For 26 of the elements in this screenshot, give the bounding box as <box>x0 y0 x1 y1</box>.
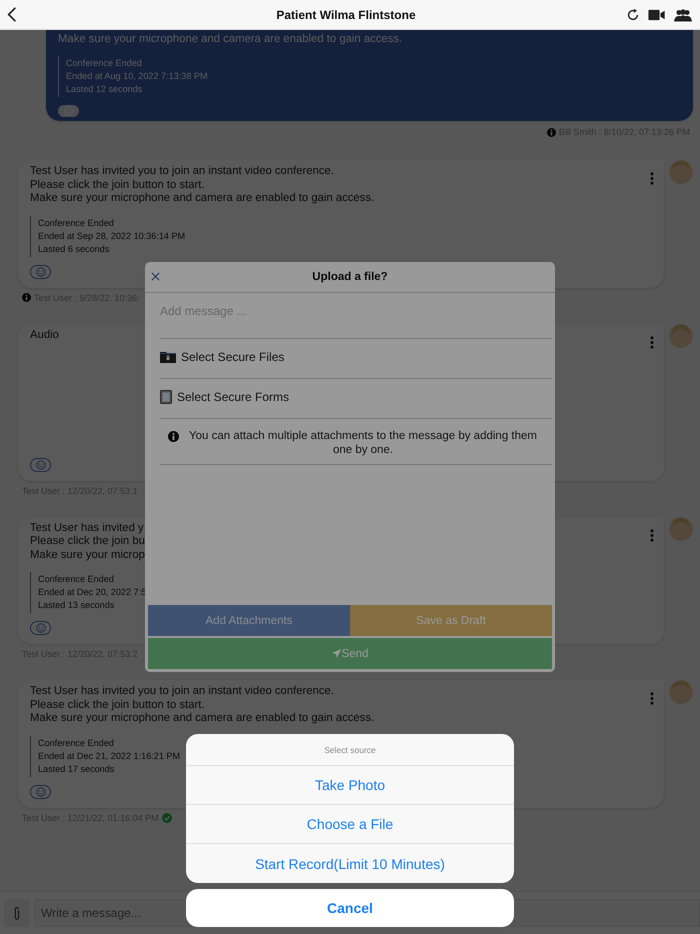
conference-detail: Lasted 12 seconds <box>66 82 142 96</box>
conference-detail: Conference Ended <box>38 216 114 230</box>
conference-detail: Conference Ended <box>38 573 114 586</box>
message-text: Make sure your microphone and camera are enabled to gain access. <box>58 33 404 46</box>
message-text: Test User has invited y <box>30 522 145 535</box>
message-text: Test User has invited you to join an instant video conference. <box>30 685 335 698</box>
conference-detail: Ended at Sep 28, 2022 10:36:14 PM <box>38 230 186 242</box>
dialog-title: Upload a file? <box>312 271 388 283</box>
message-text: Make sure your microphone and camera are enabled to gain access. <box>30 712 376 726</box>
conference-detail: Conference Ended <box>38 736 114 750</box>
attachment-note: You can attach multiple attachments to the message by adding them one by one. <box>188 429 538 457</box>
conference-detail: Ended at Aug 10, 2022 7:13:38 PM <box>66 70 208 82</box>
message-text: Make sure your microphone and camera are enabled to gain access. <box>30 192 376 206</box>
conversation-title: Patient Wilma Flintstone <box>275 8 417 22</box>
conference-detail: Conference Ended <box>66 56 142 70</box>
conference-detail: Lasted 6 seconds <box>38 242 110 256</box>
message-text: Make sure your microp <box>30 548 146 562</box>
action-sheet-title: Select source <box>186 734 514 766</box>
message-text: Please click the join button to start. <box>30 698 206 712</box>
message-text: Test User has invited you to join an instant video conference. <box>30 165 335 178</box>
conference-detail: Lasted 17 seconds <box>38 762 114 776</box>
conference-detail: Lasted 13 seconds <box>38 599 114 612</box>
message-text: Please click the join bu <box>30 535 146 548</box>
message-text: Please click the join button to start. <box>30 178 206 192</box>
message-text: Audio <box>30 328 60 342</box>
conference-detail: Ended at Dec 21, 2022 1:16:21 PM <box>38 750 180 762</box>
